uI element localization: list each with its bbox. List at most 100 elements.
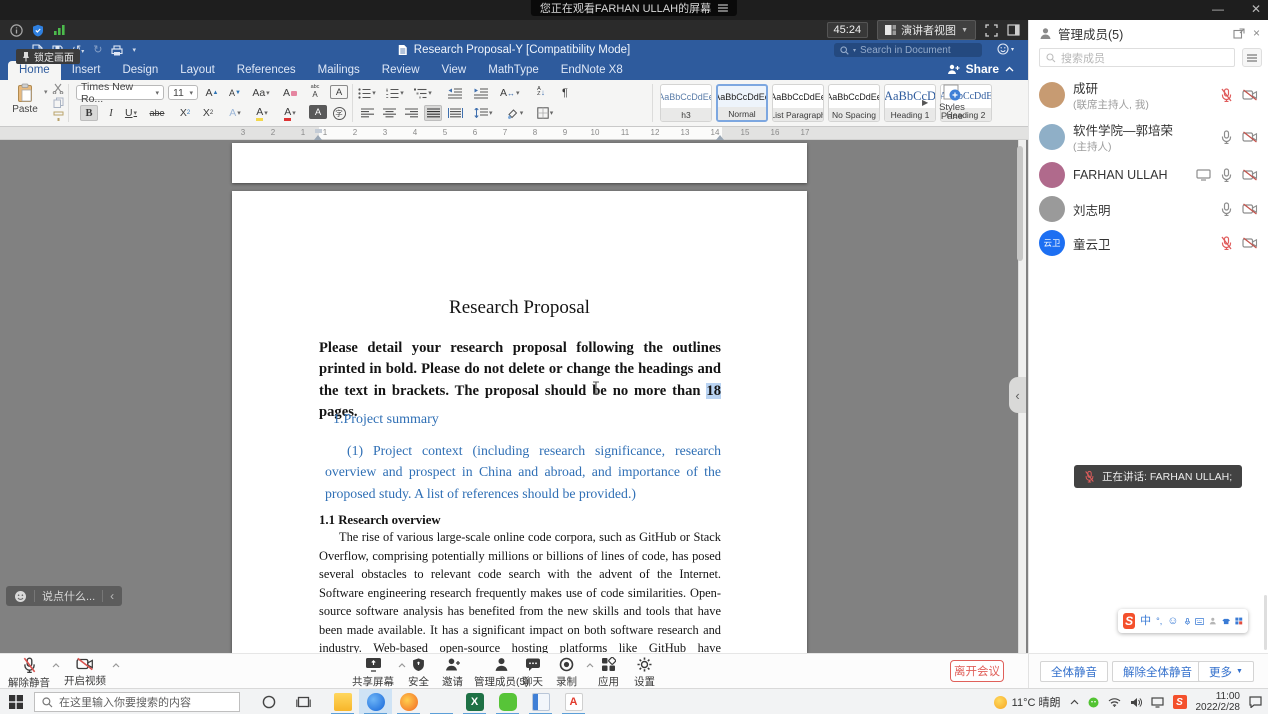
first-line-indent-marker[interactable]	[315, 129, 322, 133]
ime-mode-button[interactable]: 中	[1140, 616, 1151, 627]
mic-options-icon[interactable]	[52, 663, 60, 668]
participant-row[interactable]: 软件学院—郭培荣(主持人)	[1029, 116, 1268, 158]
taskbar-app-meeting[interactable]	[359, 689, 392, 714]
emoji-icon[interactable]	[14, 590, 27, 603]
task-view-button[interactable]	[296, 695, 311, 709]
sogou-logo-icon[interactable]: S	[1123, 613, 1135, 629]
fullscreen-icon[interactable]	[985, 24, 998, 37]
volume-icon[interactable]	[1130, 697, 1142, 708]
bullet-list-button[interactable]: ▾	[358, 85, 376, 101]
taskbar-app-notebook[interactable]	[524, 689, 557, 714]
wechat-tray-icon[interactable]	[1088, 697, 1099, 708]
tab-layout[interactable]: Layout	[169, 61, 226, 80]
sharing-screen-icon[interactable]	[1196, 169, 1211, 181]
apps-button[interactable]: 应用	[598, 657, 619, 689]
sogou-tray-icon[interactable]: S	[1173, 695, 1187, 709]
font-color-button[interactable]: A▾	[281, 105, 299, 121]
taskbar-app-wechat[interactable]	[491, 689, 524, 714]
enclose-character-button[interactable]: 字	[330, 105, 348, 121]
italic-button[interactable]: I	[102, 105, 120, 121]
doc-scrollbar-thumb[interactable]	[1017, 146, 1023, 261]
decrease-indent-button[interactable]	[446, 85, 464, 101]
camera-off-icon[interactable]	[1242, 131, 1258, 143]
participant-row[interactable]: 刘志明	[1029, 192, 1268, 226]
manage-members-button[interactable]: 管理成员(5)	[474, 657, 529, 689]
record-options-icon[interactable]	[586, 663, 594, 668]
ruler[interactable]: 3211234567891011121314151617	[0, 127, 1028, 140]
tab-design[interactable]: Design	[111, 61, 169, 80]
clear-formatting-button[interactable]: A	[281, 85, 299, 101]
network-icon[interactable]	[1108, 697, 1121, 707]
network-signal-icon[interactable]	[53, 24, 66, 36]
taskbar-app-firefox[interactable]	[392, 689, 425, 714]
bold-button[interactable]: B	[80, 105, 98, 121]
chat-button[interactable]: 聊天	[522, 657, 543, 689]
character-shading-button[interactable]: A	[309, 105, 327, 119]
person-icon[interactable]	[1209, 616, 1217, 626]
participant-row[interactable]: FARHAN ULLAH	[1029, 158, 1268, 192]
chat-collapse-icon[interactable]: ‹	[110, 589, 114, 603]
unmute-all-button[interactable]: 解除全体静音	[1112, 661, 1203, 682]
style-list-paragraph[interactable]: AaBbCcDdEeList Paragraph	[772, 84, 824, 122]
more-button[interactable]: 更多▼	[1198, 661, 1254, 682]
mic-muted-icon[interactable]	[1220, 88, 1233, 102]
taskbar-app-word[interactable]: W	[425, 689, 458, 714]
camera-off-icon[interactable]	[1242, 169, 1258, 181]
font-name-select[interactable]: Times New Ro...▾	[76, 85, 164, 100]
distributed-button[interactable]	[446, 105, 464, 121]
panel-scrollbar[interactable]	[1264, 595, 1267, 650]
unmute-button[interactable]: 解除静音	[8, 657, 50, 690]
meeting-shield-icon[interactable]	[32, 24, 44, 37]
redo-icon[interactable]: ↻	[93, 45, 102, 56]
shrink-font-button[interactable]: A▼	[226, 85, 244, 101]
mic-icon[interactable]	[1220, 168, 1233, 182]
tab-mathtype[interactable]: MathType	[477, 61, 550, 80]
strikethrough-button[interactable]: abe	[148, 105, 166, 121]
notification-icon[interactable]	[1249, 696, 1262, 708]
taskbar-search-input[interactable]: 在这里输入你要搜索的内容	[34, 692, 240, 712]
taskbar-app-explorer[interactable]	[326, 689, 359, 714]
panel-menu-button[interactable]	[1242, 48, 1262, 67]
toolbox-grid-icon[interactable]	[1235, 616, 1243, 626]
invite-button[interactable]: 邀请	[442, 657, 463, 689]
share-screen-button[interactable]: 共享屏幕	[352, 657, 394, 689]
feedback-button[interactable]: ▾	[997, 43, 1014, 55]
leave-meeting-button[interactable]: 离开会议	[950, 660, 1004, 682]
mute-all-button[interactable]: 全体静音	[1040, 661, 1108, 682]
record-button[interactable]: 录制	[556, 657, 577, 689]
cortana-button[interactable]	[262, 695, 276, 709]
styles-more-icon[interactable]: ▶	[922, 98, 928, 107]
align-center-button[interactable]	[380, 105, 398, 121]
share-options-icon[interactable]	[398, 663, 406, 668]
camera-off-icon[interactable]	[1242, 237, 1258, 249]
phonetic-guide-button[interactable]: abcA	[306, 84, 324, 100]
text-effects-button[interactable]: A▾	[226, 105, 244, 121]
subscript-button[interactable]: X2	[176, 105, 194, 121]
cut-icon[interactable]	[52, 83, 64, 94]
style-h3[interactable]: AaBbCcDdEeh3	[660, 84, 712, 122]
close-button[interactable]: ✕	[1248, 2, 1264, 16]
sort-button[interactable]: AZ↓	[532, 84, 550, 100]
minimize-button[interactable]: —	[1210, 2, 1226, 16]
document-search-input[interactable]: ▾ Search in Document	[834, 43, 982, 57]
paste-button[interactable]: Paste	[8, 83, 42, 115]
highlight-color-button[interactable]: A▾	[253, 105, 271, 121]
clock[interactable]: 11:002022/2/28	[1196, 691, 1241, 713]
start-video-button[interactable]: 开启视频	[64, 657, 106, 688]
styles-pane-button[interactable]: Styles Pane	[934, 84, 970, 121]
grow-font-button[interactable]: A▲	[203, 85, 221, 101]
display-tray-icon[interactable]	[1151, 697, 1164, 708]
voice-input-icon[interactable]	[1184, 616, 1191, 627]
justify-button[interactable]	[424, 105, 442, 121]
panel-collapse-tab[interactable]: ‹	[1009, 377, 1026, 413]
numbered-list-button[interactable]: ▾	[386, 85, 404, 101]
ime-toolbar[interactable]: S 中 °, ☺	[1118, 609, 1248, 633]
settings-button[interactable]: 设置	[634, 657, 655, 689]
character-border-button[interactable]: A	[330, 85, 348, 99]
tab-view[interactable]: View	[431, 61, 478, 80]
banner-menu-icon[interactable]	[718, 4, 728, 12]
tab-endnote-x8[interactable]: EndNote X8	[550, 61, 634, 80]
mic-muted-icon[interactable]	[1220, 236, 1233, 250]
style-heading-1[interactable]: AaBbCcDHeading 1	[884, 84, 936, 122]
text-direction-button[interactable]: A↔▾	[500, 85, 520, 101]
